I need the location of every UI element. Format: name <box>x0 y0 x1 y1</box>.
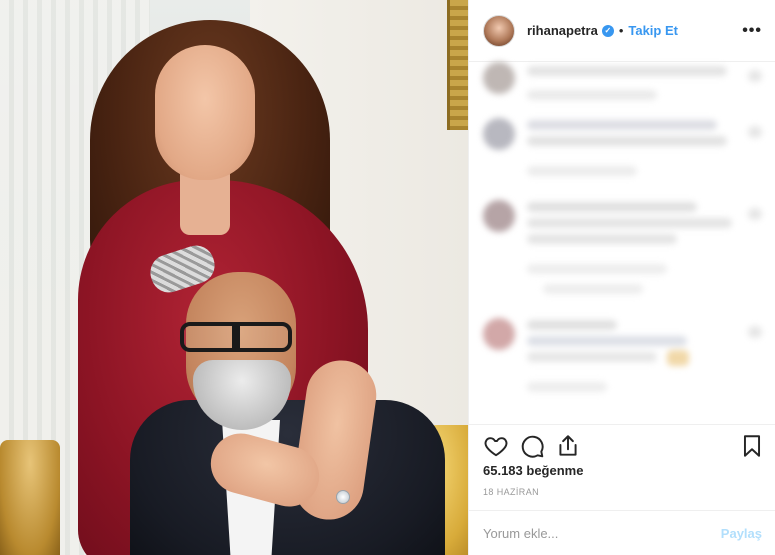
avatar <box>483 118 515 150</box>
heart-icon <box>748 326 762 338</box>
more-options-icon[interactable]: ••• <box>742 22 762 40</box>
comment-bubble-icon[interactable] <box>519 433 545 459</box>
avatar <box>483 200 515 232</box>
avatar <box>483 62 515 94</box>
avatar <box>483 318 515 350</box>
action-icons <box>483 433 763 459</box>
photo-man-glasses <box>180 322 292 352</box>
avatar[interactable] <box>483 14 515 47</box>
header-separator: • <box>618 23 624 38</box>
list-item <box>483 200 768 310</box>
heart-icon <box>748 70 762 82</box>
verified-badge-icon: ✓ <box>601 24 614 37</box>
comment-box: Yorum ekle... Paylaş <box>469 510 775 555</box>
photo-woman-face <box>155 45 255 180</box>
list-item <box>483 118 768 188</box>
heart-icon <box>748 208 762 220</box>
bookmark-icon[interactable] <box>739 433 765 459</box>
comments-list[interactable] <box>469 62 775 424</box>
post-photo <box>0 0 468 555</box>
post-comment-button[interactable]: Paylaş <box>721 526 762 541</box>
likes-count[interactable]: 65.183 beğenme <box>483 463 583 478</box>
list-item <box>483 318 768 408</box>
photo-gold-frame <box>447 0 468 130</box>
heart-icon <box>748 126 762 138</box>
username-link[interactable]: rihanapetra <box>527 23 598 38</box>
follow-button[interactable]: Takip Et <box>628 23 678 38</box>
list-item <box>483 62 768 112</box>
heart-icon[interactable] <box>483 433 509 459</box>
post-side-panel: rihanapetra ✓ • Takip Et ••• 65.183 beğe… <box>468 0 775 555</box>
photo-table <box>0 440 60 555</box>
post-header: rihanapetra ✓ • Takip Et ••• <box>469 0 775 62</box>
share-icon[interactable] <box>555 433 581 459</box>
photo-ring <box>336 490 350 504</box>
comment-input[interactable]: Yorum ekle... <box>483 526 721 541</box>
post-date: 18 HAZİRAN <box>483 487 540 497</box>
